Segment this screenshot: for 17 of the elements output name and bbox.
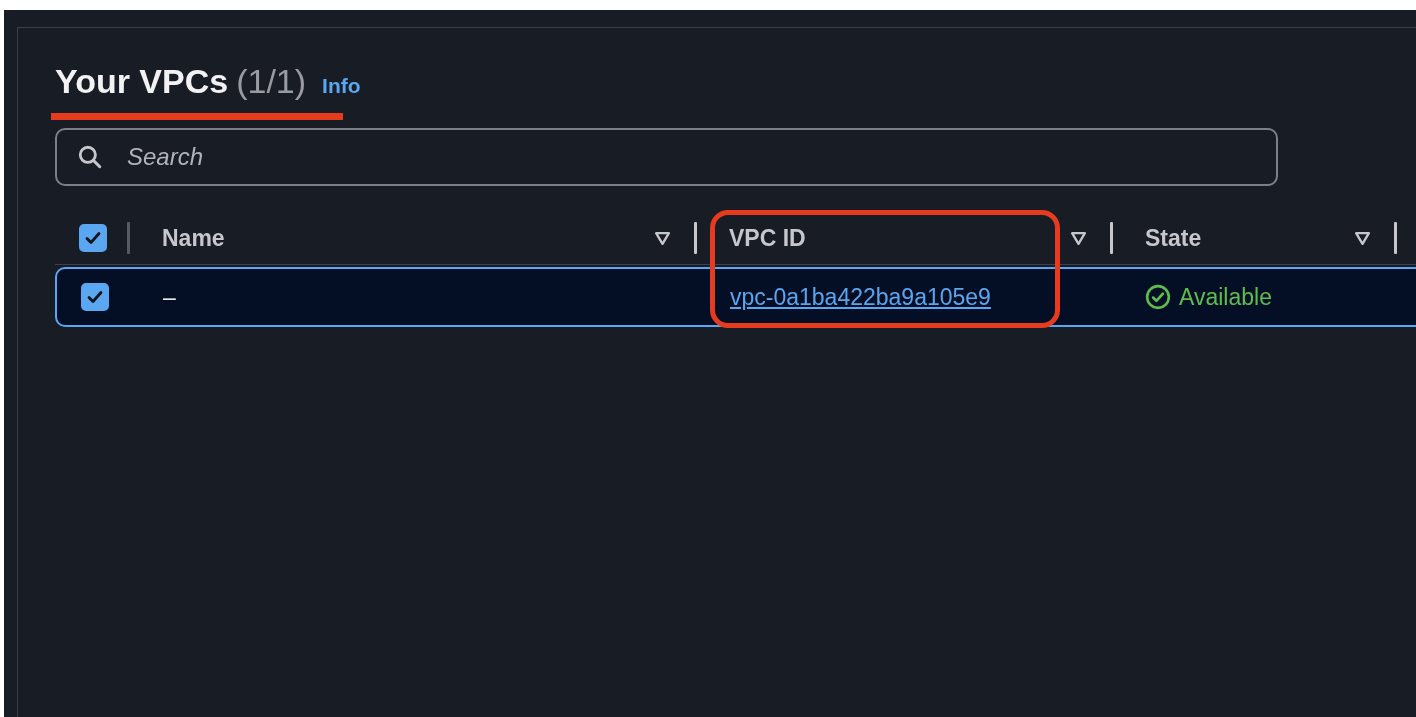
row-checkbox[interactable]: [80, 283, 109, 311]
info-link[interactable]: Info: [322, 61, 361, 111]
table-row[interactable]: – vpc-0a1ba422ba9a105e9 Available: [55, 267, 1416, 327]
vpc-count: (1/1): [236, 61, 307, 102]
column-header[interactable]: State: [1145, 224, 1354, 252]
sort-icon[interactable]: [1070, 230, 1087, 246]
column-header[interactable]: Name: [162, 224, 654, 252]
search-icon: [77, 144, 103, 170]
search-field[interactable]: Search: [55, 128, 1278, 186]
state-text: Available: [1179, 283, 1272, 311]
vpc-id-link[interactable]: vpc-0a1ba422ba9a105e9: [730, 283, 991, 311]
select-all-checkbox[interactable]: [78, 224, 107, 252]
column-header[interactable]: VPC ID: [729, 224, 1070, 252]
name-cell: –: [163, 283, 176, 311]
sort-icon[interactable]: [1354, 230, 1371, 246]
page-title: Your VPCs: [55, 61, 229, 102]
sort-icon[interactable]: [654, 230, 671, 246]
